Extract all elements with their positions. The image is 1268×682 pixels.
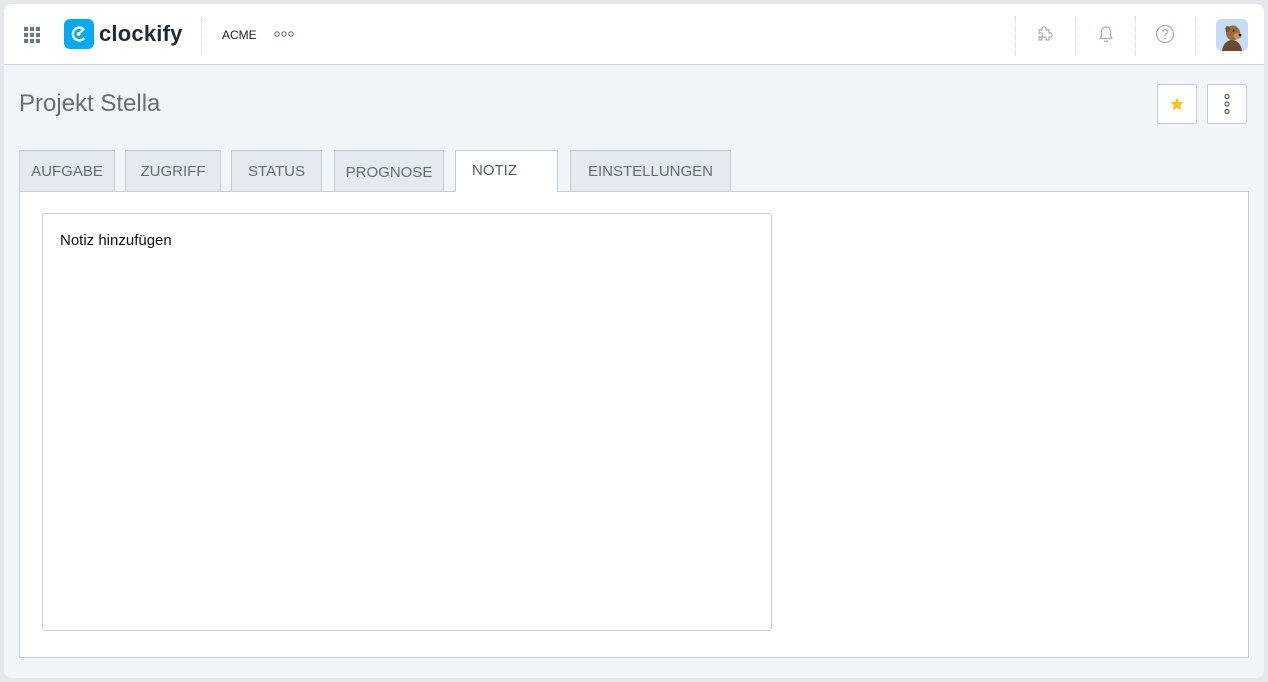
more-horizontal-icon[interactable] <box>274 30 296 38</box>
favorite-button[interactable] <box>1157 84 1197 124</box>
page-title: Projekt Stella <box>19 90 161 117</box>
more-vertical-icon <box>1224 93 1230 115</box>
header-divider <box>1015 16 1016 56</box>
header-divider <box>1195 16 1196 56</box>
brand-name: clockify <box>99 21 183 46</box>
clockify-logo-icon <box>64 19 94 49</box>
tab-zugriff[interactable]: ZUGRIFF <box>125 150 221 191</box>
header-divider <box>201 16 202 56</box>
more-options-button[interactable] <box>1207 84 1247 124</box>
puzzle-icon[interactable] <box>1035 24 1055 44</box>
tab-status[interactable]: STATUS <box>231 150 322 191</box>
clockify-logo[interactable]: clockify <box>64 19 183 49</box>
avatar[interactable] <box>1216 19 1248 51</box>
apps-grid-icon[interactable] <box>24 27 40 43</box>
note-input[interactable]: Notiz hinzufügen <box>42 213 772 631</box>
tab-einstellungen[interactable]: EINSTELLUNGEN <box>570 150 731 191</box>
note-panel: Notiz hinzufügen <box>19 191 1249 658</box>
bell-icon[interactable] <box>1096 24 1116 44</box>
top-bar: clockify ACME <box>4 4 1264 65</box>
workspace-name[interactable]: ACME <box>222 28 257 42</box>
star-icon <box>1170 97 1184 111</box>
app-frame: clockify ACME Projekt Stella AUFGABE ZUG… <box>4 4 1264 678</box>
note-placeholder: Notiz hinzufügen <box>60 232 172 249</box>
help-icon[interactable] <box>1155 24 1175 44</box>
header-divider <box>1135 16 1136 56</box>
tab-prognose[interactable]: PROGNOSE <box>334 150 444 191</box>
tab-notiz[interactable]: NOTIZ <box>455 150 558 192</box>
header-divider <box>1075 16 1076 56</box>
tab-aufgabe[interactable]: AUFGABE <box>19 150 115 191</box>
